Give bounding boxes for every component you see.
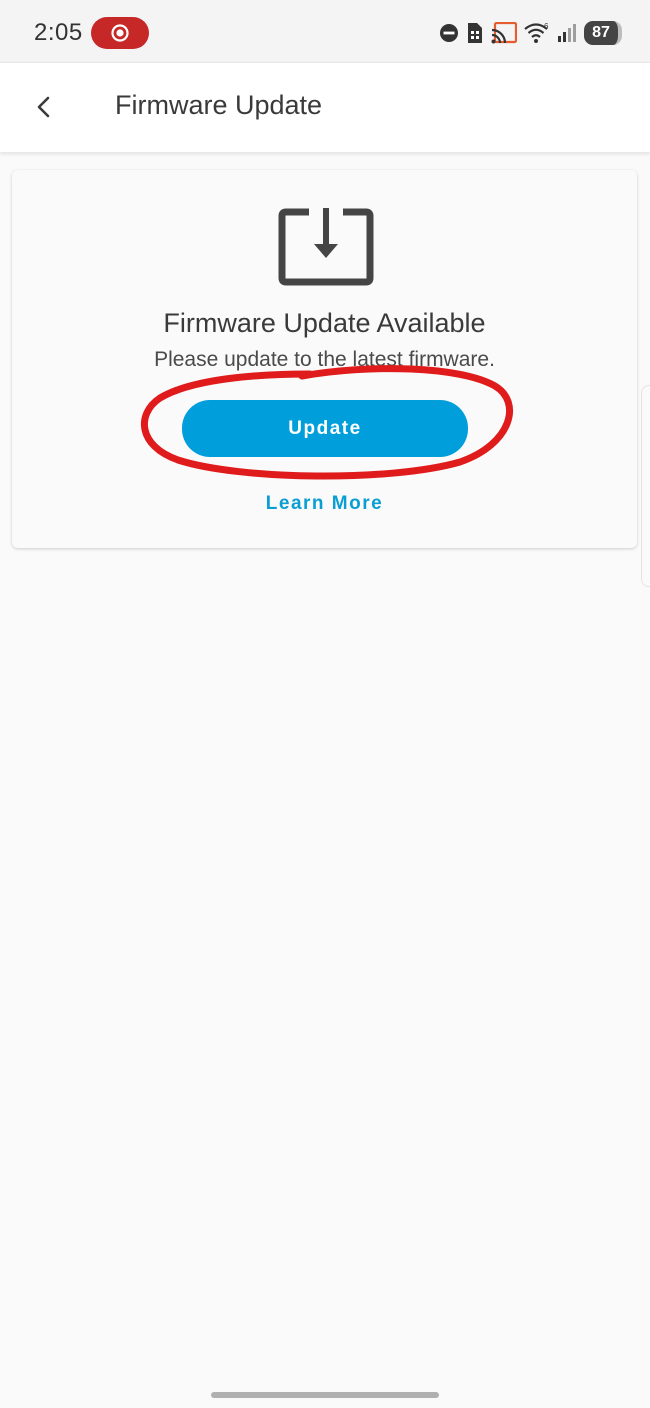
svg-text:6: 6 — [544, 22, 549, 31]
status-bar: 2:05 6 87 — [0, 0, 650, 62]
wifi-icon: 6 — [524, 22, 549, 43]
status-icons: 6 87 — [439, 18, 622, 48]
cast-icon — [491, 22, 517, 44]
learn-more-link[interactable]: Learn More — [12, 493, 637, 515]
page-title: Firmware Update — [115, 90, 323, 120]
signal-icon — [558, 24, 576, 42]
status-time: 2:05 — [34, 19, 83, 46]
firmware-update-card: Firmware Update Available Please update … — [12, 170, 637, 548]
edge-panel-handle[interactable] — [641, 385, 650, 587]
app-bar: Firmware Update — [0, 62, 650, 152]
chevron-left-icon — [37, 96, 50, 118]
back-button[interactable] — [22, 85, 66, 129]
download-icon — [278, 208, 374, 286]
update-button[interactable]: Update — [182, 400, 468, 457]
do-not-disturb-icon — [440, 24, 458, 42]
sim-icon — [468, 23, 482, 43]
battery-indicator: 87 — [584, 21, 622, 45]
home-indicator[interactable] — [211, 1392, 439, 1398]
record-icon[interactable] — [91, 17, 149, 49]
update-description: Please update to the latest firmware. — [154, 348, 495, 371]
screen: 2:05 6 87 Firmware Update Firmware Updat… — [0, 0, 650, 1408]
update-available-heading: Firmware Update Available — [163, 308, 486, 338]
